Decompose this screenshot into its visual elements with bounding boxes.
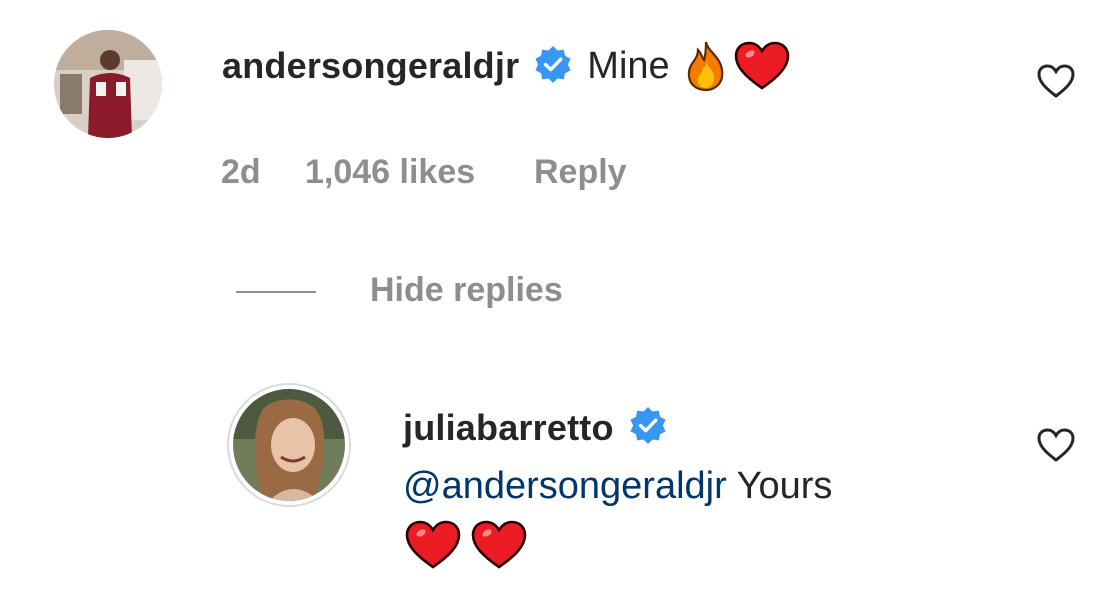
comment-likes[interactable]: 1,046 likes — [305, 153, 475, 192]
reply-username[interactable]: juliabarretto — [403, 407, 614, 449]
reply-body: @andersongeraldjr Yours — [403, 465, 832, 508]
comment-text: Mine — [587, 44, 670, 87]
reply-avatar[interactable] — [227, 383, 351, 507]
red-heart-emoji-icon — [471, 520, 527, 575]
reply-avatar-photo — [233, 389, 345, 501]
red-heart-emoji-icon — [405, 520, 461, 575]
hide-replies-button[interactable]: Hide replies — [370, 271, 563, 310]
verified-badge-icon — [533, 44, 573, 89]
fire-emoji-icon — [684, 40, 728, 92]
reply-emojis — [405, 520, 527, 575]
avatar[interactable] — [54, 30, 162, 138]
reply-button[interactable]: Reply — [534, 153, 627, 192]
red-heart-emoji-icon — [734, 41, 790, 91]
reply-text: Yours — [736, 465, 833, 507]
avatar-photo — [54, 30, 162, 138]
comment-username[interactable]: andersongeraldjr — [222, 45, 519, 87]
like-heart-icon[interactable] — [1036, 63, 1076, 104]
hide-replies-divider — [236, 291, 316, 293]
comment-time: 2d — [221, 153, 261, 191]
verified-badge-icon — [628, 405, 668, 450]
reply-like-heart-icon[interactable] — [1036, 427, 1076, 468]
reply-header: juliabarretto — [403, 405, 668, 450]
comment-header: andersongeraldjr Mine — [222, 40, 790, 92]
reply-mention-link[interactable]: @andersongeraldjr — [403, 465, 727, 507]
